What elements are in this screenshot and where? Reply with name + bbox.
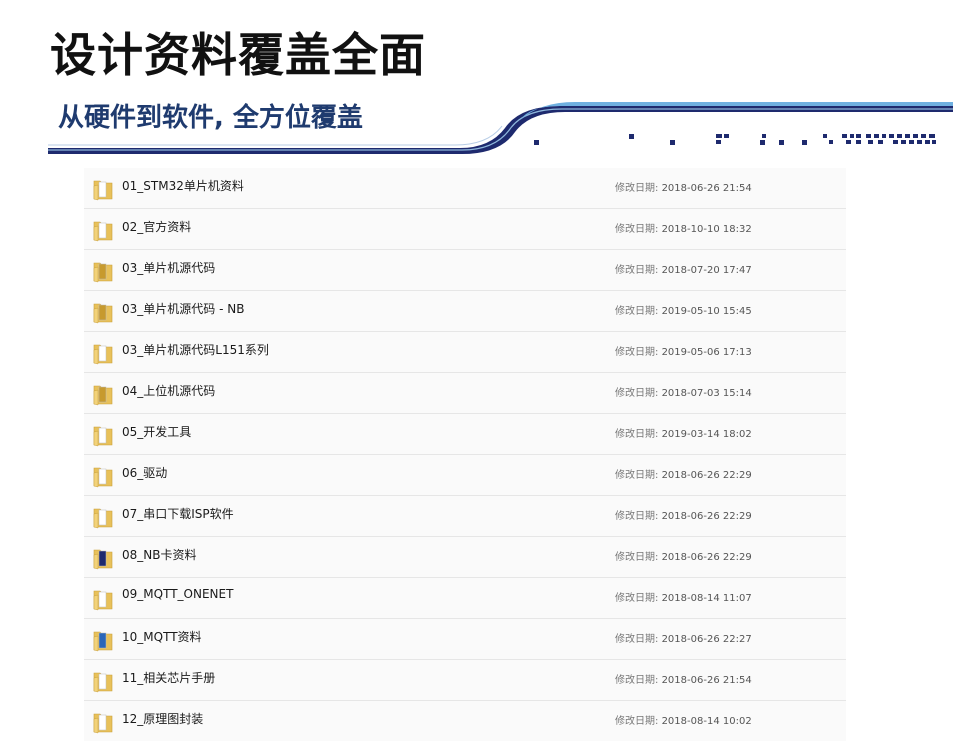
folder-list: 01_STM32单片机资料 修改日期: 2018-06-26 21:54 02_官方… bbox=[84, 168, 846, 741]
folder-name: 01_STM32单片机资料 bbox=[122, 179, 244, 193]
folder-row[interactable]: 01_STM32单片机资料 修改日期: 2018-06-26 21:54 bbox=[84, 168, 846, 209]
folder-name: 05_开发工具 bbox=[122, 425, 192, 439]
folder-name: 04_上位机源代码 bbox=[122, 384, 216, 398]
modified-date-value: 2019-05-10 15:45 bbox=[661, 306, 752, 317]
modified-date-label: 修改日期: bbox=[615, 634, 659, 645]
folder-row[interactable]: 03_单片机源代码L151系列 修改日期: 2019-05-06 17:13 bbox=[84, 332, 846, 373]
modified-date-label: 修改日期: bbox=[615, 429, 659, 440]
folder-icon bbox=[93, 262, 113, 283]
modified-date: 修改日期: 2018-10-10 18:32 bbox=[615, 220, 752, 235]
folder-name: 10_MQTT资料 bbox=[122, 630, 202, 644]
modified-date-value: 2018-08-14 11:07 bbox=[661, 593, 752, 604]
folder-icon bbox=[93, 221, 113, 242]
folder-name: 03_单片机源代码L151系列 bbox=[122, 343, 269, 357]
folder-icon bbox=[93, 467, 113, 488]
folder-name: 03_单片机源代码 bbox=[122, 261, 216, 275]
folder-icon bbox=[93, 303, 113, 324]
folder-row[interactable]: 08_NB卡资料 修改日期: 2018-06-26 22:29 bbox=[84, 537, 846, 578]
modified-date: 修改日期: 2019-05-10 15:45 bbox=[615, 302, 752, 317]
folder-row[interactable]: 07_串口下载ISP软件 修改日期: 2018-06-26 22:29 bbox=[84, 496, 846, 537]
modified-date: 修改日期: 2018-08-14 10:02 bbox=[615, 712, 752, 727]
modified-date-label: 修改日期: bbox=[615, 388, 659, 399]
folder-icon bbox=[93, 549, 113, 570]
modified-date: 修改日期: 2019-05-06 17:13 bbox=[615, 343, 752, 358]
modified-date-value: 2018-06-26 22:29 bbox=[661, 511, 752, 522]
modified-date-value: 2018-06-26 22:29 bbox=[661, 470, 752, 481]
modified-date-label: 修改日期: bbox=[615, 470, 659, 481]
modified-date-value: 2018-10-10 18:32 bbox=[661, 224, 752, 235]
modified-date: 修改日期: 2018-08-14 11:07 bbox=[615, 589, 752, 604]
folder-icon bbox=[93, 385, 113, 406]
folder-row[interactable]: 03_单片机源代码 - NB 修改日期: 2019-05-10 15:45 bbox=[84, 291, 846, 332]
modified-date: 修改日期: 2018-06-26 22:29 bbox=[615, 466, 752, 481]
folder-icon bbox=[93, 344, 113, 365]
page-title: 设计资料覆盖全面 bbox=[50, 28, 426, 82]
modified-date-value: 2018-06-26 22:29 bbox=[661, 552, 752, 563]
modified-date-label: 修改日期: bbox=[615, 511, 659, 522]
modified-date-label: 修改日期: bbox=[615, 675, 659, 686]
modified-date-label: 修改日期: bbox=[615, 265, 659, 276]
modified-date-label: 修改日期: bbox=[615, 183, 659, 194]
modified-date-value: 2018-08-14 10:02 bbox=[661, 716, 752, 727]
modified-date: 修改日期: 2019-03-14 18:02 bbox=[615, 425, 752, 440]
folder-row[interactable]: 03_单片机源代码 修改日期: 2018-07-20 17:47 bbox=[84, 250, 846, 291]
modified-date-label: 修改日期: bbox=[615, 306, 659, 317]
modified-date: 修改日期: 2018-07-20 17:47 bbox=[615, 261, 752, 276]
folder-name: 02_官方资料 bbox=[122, 220, 192, 234]
folder-name: 08_NB卡资料 bbox=[122, 548, 197, 562]
modified-date-label: 修改日期: bbox=[615, 347, 659, 358]
folder-row[interactable]: 09_MQTT_ONENET 修改日期: 2018-08-14 11:07 bbox=[84, 578, 846, 619]
modified-date: 修改日期: 2018-06-26 22:27 bbox=[615, 630, 752, 645]
folder-icon bbox=[93, 426, 113, 447]
folder-icon bbox=[93, 672, 113, 693]
modified-date-value: 2018-06-26 22:27 bbox=[661, 634, 752, 645]
folder-name: 11_相关芯片手册 bbox=[122, 671, 216, 685]
modified-date-label: 修改日期: bbox=[615, 716, 659, 727]
folder-row[interactable]: 04_上位机源代码 修改日期: 2018-07-03 15:14 bbox=[84, 373, 846, 414]
slide: 设计资料覆盖全面 从硬件到软件, 全方位覆盖 01_STM32单片机资料修改日期… bbox=[0, 0, 953, 751]
modified-date: 修改日期: 2018-06-26 21:54 bbox=[615, 671, 752, 686]
folder-icon bbox=[93, 713, 113, 734]
folder-row[interactable]: 11_相关芯片手册 修改日期: 2018-06-26 21:54 bbox=[84, 660, 846, 701]
folder-name: 03_单片机源代码 - NB bbox=[122, 302, 245, 316]
modified-date: 修改日期: 2018-06-26 21:54 bbox=[615, 179, 752, 194]
folder-icon bbox=[93, 180, 113, 201]
modified-date: 修改日期: 2018-06-26 22:29 bbox=[615, 548, 752, 563]
modified-date: 修改日期: 2018-07-03 15:14 bbox=[615, 384, 752, 399]
modified-date-value: 2019-03-14 18:02 bbox=[661, 429, 752, 440]
modified-date-value: 2018-06-26 21:54 bbox=[661, 183, 752, 194]
modified-date-value: 2018-07-20 17:47 bbox=[661, 265, 752, 276]
folder-row[interactable]: 06_驱动 修改日期: 2018-06-26 22:29 bbox=[84, 455, 846, 496]
folder-name: 12_原理图封装 bbox=[122, 712, 204, 726]
folder-row[interactable]: 12_原理图封装 修改日期: 2018-08-14 10:02 bbox=[84, 701, 846, 741]
modified-date-label: 修改日期: bbox=[615, 552, 659, 563]
modified-date-value: 2019-05-06 17:13 bbox=[661, 347, 752, 358]
folder-icon bbox=[93, 631, 113, 652]
modified-date-label: 修改日期: bbox=[615, 593, 659, 604]
modified-date: 修改日期: 2018-06-26 22:29 bbox=[615, 507, 752, 522]
folder-name: 09_MQTT_ONENET bbox=[122, 587, 234, 601]
folder-name: 07_串口下载ISP软件 bbox=[122, 507, 234, 521]
folder-row[interactable]: 02_官方资料 修改日期: 2018-10-10 18:32 bbox=[84, 209, 846, 250]
modified-date-value: 2018-06-26 21:54 bbox=[661, 675, 752, 686]
folder-icon bbox=[93, 590, 113, 611]
folder-icon bbox=[93, 508, 113, 529]
page-subtitle: 从硬件到软件, 全方位覆盖 bbox=[58, 103, 363, 133]
modified-date-label: 修改日期: bbox=[615, 224, 659, 235]
modified-date-value: 2018-07-03 15:14 bbox=[661, 388, 752, 399]
folder-row[interactable]: 10_MQTT资料 修改日期: 2018-06-26 22:27 bbox=[84, 619, 846, 660]
folder-name: 06_驱动 bbox=[122, 466, 168, 480]
folder-row[interactable]: 05_开发工具 修改日期: 2019-03-14 18:02 bbox=[84, 414, 846, 455]
